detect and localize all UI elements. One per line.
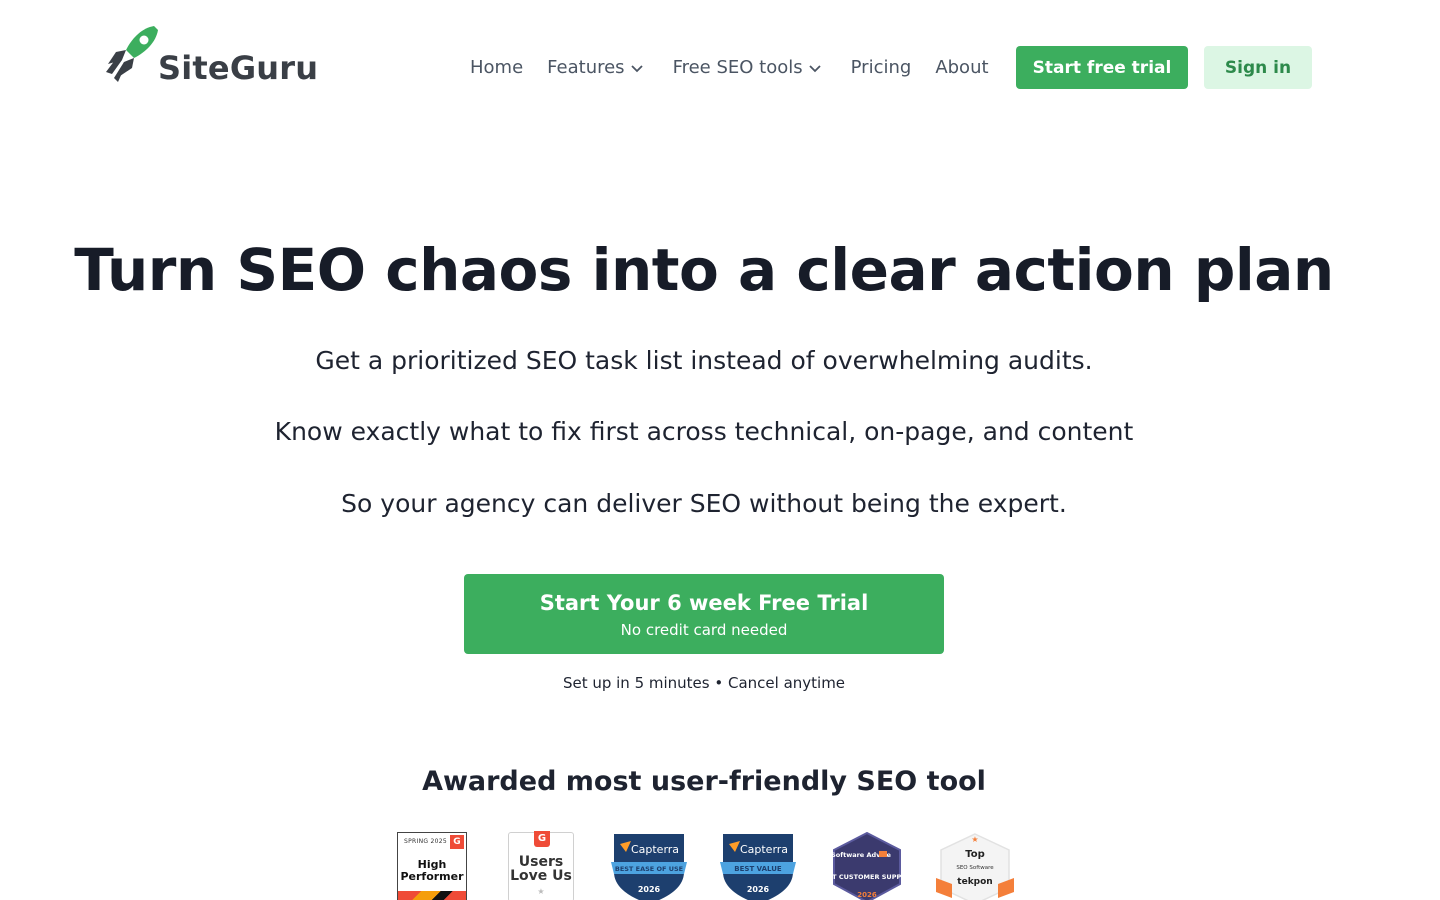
badge-label: BEST VALUE	[734, 865, 782, 873]
main-nav: Home Features Free SEO tools Pricing Abo…	[470, 46, 1013, 88]
nav-features-label: Features	[547, 56, 625, 78]
nav-free-seo-tools-label: Free SEO tools	[672, 56, 803, 78]
capterra-best-value-badge: Capterra BEST VALUE 2026	[720, 832, 796, 900]
nav-home-label: Home	[470, 56, 524, 78]
g2-high-performer-badge: SPRING 2025 G High Performer	[397, 832, 467, 900]
cta-sub-label: No credit card needed	[620, 621, 788, 639]
badge-year: 2026	[638, 885, 661, 894]
badge-year: 2026	[747, 885, 770, 894]
siteguru-logo[interactable]: SiteGuru	[104, 24, 318, 88]
g2-logo-icon: G	[450, 835, 464, 849]
tekpon-top-seo-software-badge: ★ Top SEO Software tekpon	[934, 832, 1016, 900]
start-trial-cta-button[interactable]: Start Your 6 week Free Trial No credit c…	[464, 574, 944, 654]
rocket-icon	[106, 26, 158, 82]
badge-label: BEST EASE OF USE	[615, 865, 683, 873]
nav-pricing-label: Pricing	[850, 56, 912, 78]
badge-label: Users Love Us	[510, 854, 572, 884]
hero-line-1: Get a prioritized SEO task list instead …	[315, 346, 1093, 375]
badge-sub: SEO Software	[956, 865, 994, 871]
capterra-brand: Capterra	[740, 843, 788, 856]
capterra-best-ease-of-use-badge: Capterra BEST EASE OF USE 2026	[611, 832, 687, 900]
chevron-down-icon	[630, 57, 643, 78]
capterra-brand: Capterra	[631, 843, 679, 856]
hero-title: Turn SEO chaos into a clear action plan	[74, 236, 1334, 304]
nav-about[interactable]: About	[935, 57, 988, 78]
g2-users-love-us-badge: G Users Love Us ★	[508, 831, 574, 900]
badge-label: BEST CUSTOMER SUPPORT	[831, 873, 903, 881]
software-advice-badge: Software Advice BEST CUSTOMER SUPPORT 20…	[818, 831, 916, 900]
hero-line-2: Know exactly what to fix first across te…	[274, 417, 1134, 446]
chevron-down-icon	[809, 57, 821, 78]
nav-free-seo-tools[interactable]: Free SEO tools	[673, 57, 821, 78]
hero-line-3: So your agency can deliver SEO without b…	[341, 489, 1067, 518]
cta-main-label: Start Your 6 week Free Trial	[539, 591, 869, 615]
badge-label: High Performer	[400, 858, 464, 883]
setup-note: Set up in 5 minutes • Cancel anytime	[562, 674, 846, 692]
nav-features[interactable]: Features	[547, 56, 643, 78]
badge-stripes	[398, 891, 466, 900]
badge-year: 2026	[857, 891, 877, 899]
awards-heading: Awarded most user-friendly SEO tool	[422, 766, 986, 797]
sign-in-button[interactable]: Sign in	[1204, 46, 1312, 89]
g2-logo-icon: G	[534, 831, 550, 847]
badge-label: Top	[965, 849, 985, 860]
tekpon-brand: tekpon	[957, 877, 992, 887]
site-header: SiteGuru Home Features Free SEO tools Pr…	[0, 0, 1440, 130]
nav-about-label: About	[935, 56, 989, 78]
star-icon: ★	[537, 887, 545, 896]
badge-season: SPRING 2025	[404, 838, 447, 845]
nav-home[interactable]: Home	[470, 57, 523, 78]
logo-text: SiteGuru	[158, 49, 319, 87]
nav-pricing[interactable]: Pricing	[851, 57, 912, 78]
start-free-trial-button[interactable]: Start free trial	[1016, 46, 1188, 89]
star-icon: ★	[971, 835, 978, 844]
